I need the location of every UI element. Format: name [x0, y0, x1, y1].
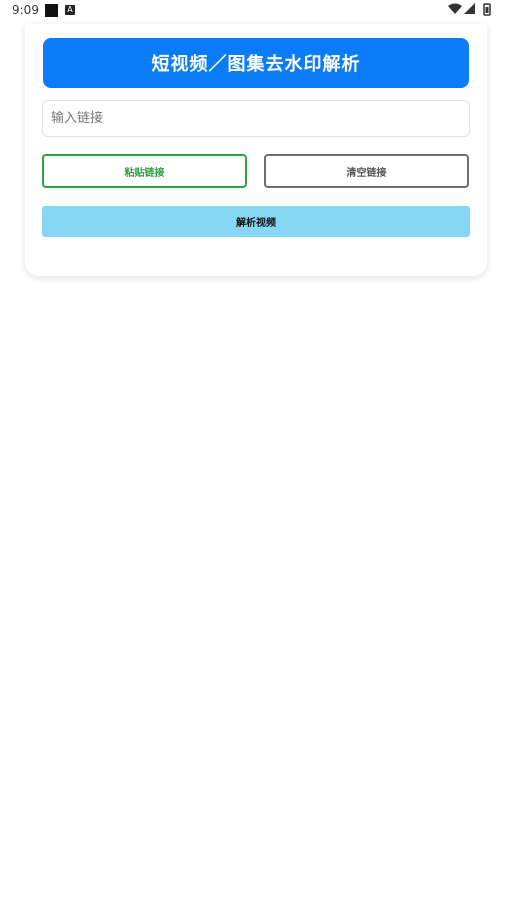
parser-card: 短视频／图集去水印解析 粘贴链接 清空链接 解析视频 [25, 24, 487, 276]
paste-link-button[interactable]: 粘贴链接 [42, 154, 247, 188]
battery-icon [483, 3, 491, 16]
parse-video-button[interactable]: 解析视频 [42, 206, 470, 237]
status-time: 9:09 [12, 3, 39, 17]
status-bar: 9:09 A [0, 0, 512, 22]
link-input[interactable] [42, 100, 470, 137]
clear-link-button[interactable]: 清空链接 [264, 154, 469, 188]
notification-app-icon [45, 4, 58, 17]
system-icons [448, 3, 508, 17]
notification-a-icon: A [65, 5, 75, 15]
wifi-icon [448, 3, 462, 14]
signal-icon [464, 3, 475, 14]
page-title: 短视频／图集去水印解析 [43, 38, 469, 88]
